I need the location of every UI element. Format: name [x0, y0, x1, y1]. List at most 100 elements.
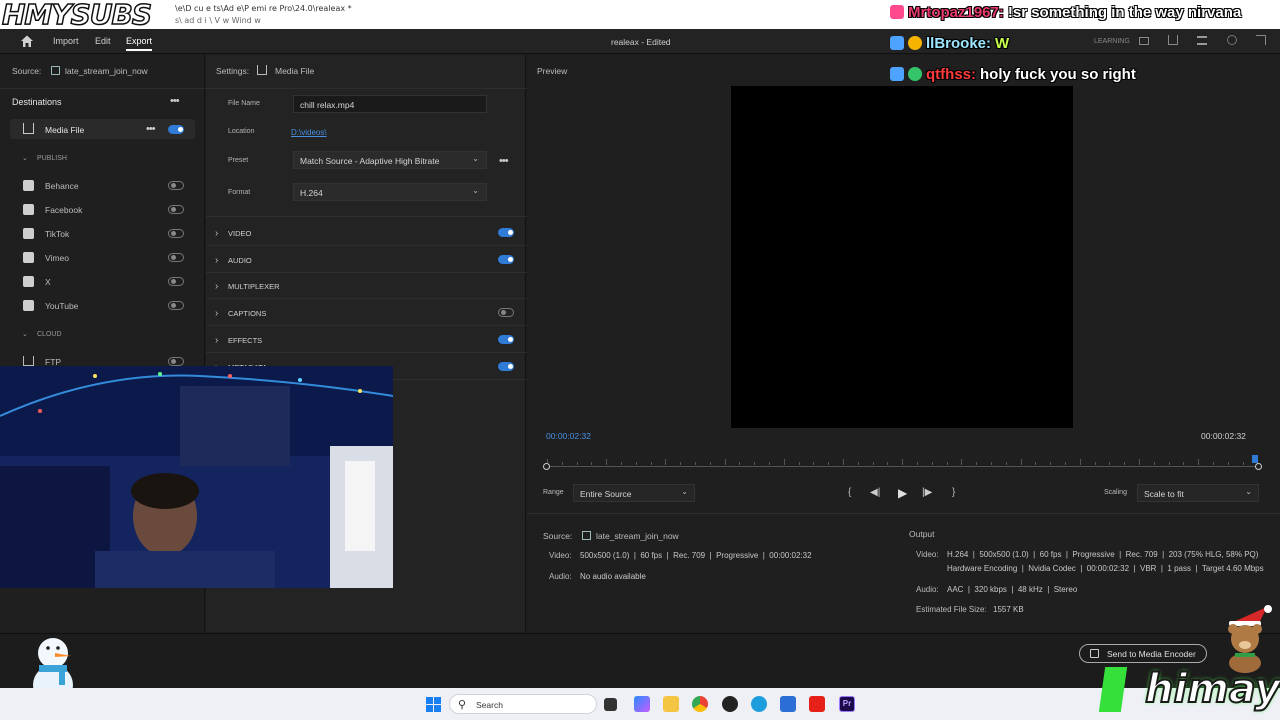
preset-label: Preset	[228, 157, 249, 164]
settings-section-label[interactable]: CAPTIONS	[228, 309, 266, 318]
destinations-more-icon[interactable]: •••	[170, 95, 180, 107]
file-explorer-icon[interactable]	[663, 696, 679, 712]
divider	[206, 351, 526, 353]
publish-toggle[interactable]	[168, 205, 184, 214]
play-icon[interactable]: ▶	[898, 486, 907, 500]
publish-item-label[interactable]: Facebook	[45, 205, 82, 215]
copilot-icon[interactable]	[634, 696, 650, 712]
expand-chevron-icon[interactable]: ›	[215, 335, 218, 346]
timeline-tick	[1094, 462, 1096, 465]
source-audio-details: No audio available	[580, 572, 646, 581]
preset-more-icon[interactable]: •••	[499, 155, 509, 167]
edge-icon[interactable]	[751, 696, 767, 712]
source-label: Source:	[12, 66, 42, 76]
ftp-toggle[interactable]	[168, 357, 184, 366]
timeline-track[interactable]	[547, 466, 1258, 467]
settings-section-label[interactable]: EFFECTS	[228, 336, 262, 345]
timeline-end-handle[interactable]	[1255, 463, 1262, 470]
chat-text: holy fuck you so right	[980, 66, 1136, 83]
divider	[206, 88, 526, 89]
fullscreen-icon[interactable]	[1256, 35, 1266, 45]
publish-item-label[interactable]: Vimeo	[45, 253, 69, 263]
list-icon[interactable]	[1197, 36, 1207, 45]
mark-out-icon[interactable]: }	[952, 487, 955, 498]
file-name-input[interactable]: chill relax.mp4	[293, 95, 487, 113]
section-toggle[interactable]	[498, 334, 514, 344]
chat-text: W	[995, 35, 1010, 52]
timeline-tick	[754, 462, 756, 465]
step-back-icon[interactable]: ◀|	[870, 487, 880, 498]
estimated-size-value: 1557 KB	[993, 605, 1024, 614]
timeline-tick	[976, 462, 978, 465]
share-icon[interactable]	[1168, 35, 1178, 45]
windows-start-icon[interactable]	[426, 697, 441, 712]
publish-toggle[interactable]	[168, 253, 184, 262]
taskbar-search[interactable]: ⚲ Search	[449, 694, 597, 714]
divider	[206, 325, 526, 327]
obs-icon[interactable]	[722, 696, 738, 712]
expand-chevron-icon[interactable]: ›	[215, 228, 218, 239]
project-title: realeax - Edited	[611, 37, 671, 47]
range-select[interactable]: Entire Source ⌄	[573, 484, 695, 502]
media-file-toggle[interactable]	[168, 125, 184, 134]
publish-item-label[interactable]: X	[45, 277, 51, 287]
expand-chevron-icon[interactable]: ›	[215, 255, 218, 266]
timeline-tick	[665, 459, 667, 465]
section-toggle[interactable]	[498, 361, 514, 371]
timeline-playhead[interactable]	[1252, 455, 1258, 463]
task-view-icon[interactable]	[604, 698, 617, 711]
media-file-more-icon[interactable]: •••	[146, 123, 156, 135]
publish-item-label[interactable]: TikTok	[45, 229, 69, 239]
preview-title: Preview	[537, 66, 568, 76]
range-value: Entire Source	[580, 489, 632, 499]
settings-section-label[interactable]: AUDIO	[228, 256, 252, 265]
publish-toggle[interactable]	[168, 181, 184, 190]
timeline-tick	[621, 462, 622, 465]
step-forward-icon[interactable]: |▶	[922, 487, 932, 498]
premiere-pro-icon[interactable]: Pr	[839, 696, 855, 712]
expand-chevron-icon[interactable]: ›	[215, 281, 218, 292]
cloud-chevron-icon[interactable]: ⌄	[22, 330, 28, 338]
chrome-icon[interactable]	[692, 696, 708, 712]
notification-icon[interactable]	[1227, 35, 1237, 45]
scaling-select[interactable]: Scale to fit ⌄	[1137, 484, 1259, 502]
youtube-app-icon[interactable]	[809, 696, 825, 712]
timeline-tick	[1079, 459, 1081, 465]
menu-export[interactable]: Export	[126, 36, 153, 51]
publish-toggle[interactable]	[168, 229, 184, 238]
format-select[interactable]: H.264 ⌄	[293, 183, 487, 201]
publish-chevron-icon[interactable]: ⌄	[22, 154, 28, 162]
section-toggle[interactable]	[498, 308, 514, 318]
expand-chevron-icon[interactable]: ›	[215, 308, 218, 319]
publish-toggle[interactable]	[168, 301, 184, 310]
publish-toggle[interactable]	[168, 277, 184, 286]
publish-item-label[interactable]: Behance	[45, 181, 79, 191]
timeline-tick	[1020, 459, 1022, 465]
layout-icon[interactable]	[1139, 37, 1149, 45]
output-video-line2: Hardware Encoding | Nvidia Codec | 00:00…	[947, 564, 1264, 573]
settings-section-label[interactable]: VIDEO	[228, 229, 251, 238]
publish-item-label[interactable]: YouTube	[45, 301, 78, 311]
mark-in-icon[interactable]: {	[848, 487, 851, 498]
menu-edit[interactable]: Edit	[95, 36, 111, 46]
section-toggle[interactable]	[498, 254, 514, 264]
settings-target: Media File	[275, 66, 315, 76]
section-toggle[interactable]	[498, 228, 514, 237]
timeline-tick	[1065, 462, 1066, 465]
facebook-icon	[23, 204, 34, 215]
menu-import[interactable]: Import	[53, 36, 79, 46]
store-icon[interactable]	[780, 696, 796, 712]
timeline-tick	[783, 459, 785, 465]
scaling-value: Scale to fit	[1144, 489, 1184, 499]
timecode-out: 00:00:02:32	[1201, 431, 1246, 441]
window-path: \e\D cu e ts\Ad e\P emi re Pro\24.0\real…	[175, 4, 352, 13]
location-label: Location	[228, 128, 255, 135]
destinations-title: Destinations	[12, 97, 62, 107]
settings-section-label[interactable]: MULTIPLEXER	[228, 282, 280, 291]
location-link[interactable]: D:\videos\	[291, 128, 327, 137]
home-icon[interactable]	[20, 34, 34, 48]
send-to-media-encoder-button[interactable]: Send to Media Encoder	[1079, 644, 1207, 663]
learning-tab[interactable]: LEARNING	[1094, 38, 1130, 45]
preset-select[interactable]: Match Source - Adaptive High Bitrate ⌄	[293, 151, 487, 169]
timeline-start-handle[interactable]	[543, 463, 550, 470]
